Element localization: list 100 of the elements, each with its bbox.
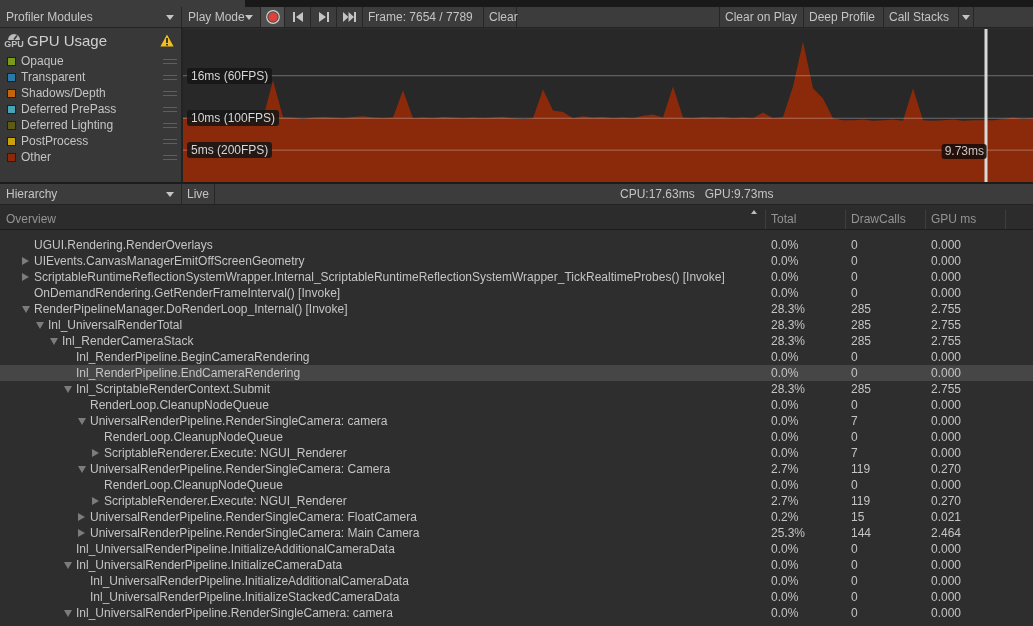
draw-calls-value: 0 — [850, 253, 859, 269]
total-value: 0.0% — [770, 413, 800, 429]
disclosure-triangle-icon[interactable] — [78, 529, 85, 537]
total-value: 0.0% — [770, 253, 800, 269]
tree-row[interactable]: UniversalRenderPipeline.RenderSingleCamera: Camera 2.7% 119 0.270 — [0, 461, 1033, 477]
tree-row[interactable]: Inl_RenderCameraStack 28.3% 285 2.755 — [0, 333, 1033, 349]
gpu-ms-value: 0.000 — [930, 589, 963, 605]
legend-label[interactable]: Deferred Lighting — [21, 117, 163, 133]
tree-row[interactable]: Inl_UniversalRenderPipeline.InitializeAdditionalCameraData 0.0% 0 0.000 — [0, 573, 1033, 589]
column-header[interactable]: GPU ms — [925, 210, 1005, 229]
record-button[interactable] — [261, 7, 285, 27]
tree-row[interactable]: Inl_UniversalRenderTotal 28.3% 285 2.755 — [0, 317, 1033, 333]
sample-name: Inl_UniversalRenderPipeline.InitializeStackedCameraData — [90, 589, 400, 605]
sample-name: RenderLoop.CleanupNodeQueue — [90, 397, 269, 413]
sample-name: UniversalRenderPipeline.RenderSingleCamera: camera — [90, 413, 388, 429]
tree-row[interactable]: Inl_UniversalRenderPipeline.InitializeCameraData 0.0% 0 0.000 — [0, 557, 1033, 573]
skip-to-end-icon — [343, 12, 356, 22]
gpu-ms-value: 0.000 — [930, 573, 963, 589]
tree-row[interactable]: UGUI.Rendering.RenderOverlays 0.0% 0 0.000 — [0, 237, 1033, 253]
tree-row[interactable]: ScriptableRenderer.Execute: NGUI_Renderer 2.7% 119 0.270 — [0, 493, 1033, 509]
legend-label[interactable]: PostProcess — [21, 133, 163, 149]
drag-handle-icon[interactable] — [163, 58, 177, 64]
tree-row[interactable]: RenderLoop.CleanupNodeQueue 0.0% 0 0.000 — [0, 429, 1033, 445]
gpu-ms-value: 0.000 — [930, 237, 963, 253]
tree-row[interactable]: Inl_ScriptableRenderContext.Submit 28.3% 285 2.755 — [0, 381, 1033, 397]
draw-calls-value: 285 — [850, 333, 873, 349]
disclosure-triangle-icon[interactable] — [92, 449, 99, 457]
sample-name: Inl_RenderPipeline.EndCameraRendering — [76, 365, 301, 381]
total-value: 0.0% — [770, 445, 800, 461]
legend-label[interactable]: Transparent — [21, 69, 163, 85]
total-value: 0.0% — [770, 429, 800, 445]
call-stacks-dropdown[interactable] — [959, 7, 974, 27]
tree-row[interactable]: RenderLoop.CleanupNodeQueue 0.0% 0 0.000 — [0, 477, 1033, 493]
total-value: 0.0% — [770, 589, 800, 605]
disclosure-triangle-icon[interactable] — [64, 561, 72, 569]
column-header[interactable]: Total — [765, 210, 845, 229]
tree-row[interactable]: Inl_RenderPipeline.BeginCameraRendering 0.0% 0 0.000 — [0, 349, 1033, 365]
tree-row[interactable]: OnDemandRendering.GetRenderFrameInterval() [Invoke] 0.0% 0 0.000 — [0, 285, 1033, 301]
tree-row[interactable]: Inl_UniversalRenderPipeline.RenderSingleCamera: camera 0.0% 0 0.000 — [0, 605, 1033, 621]
disclosure-triangle-icon[interactable] — [22, 273, 29, 281]
tree-row[interactable]: UniversalRenderPipeline.RenderSingleCamera: Main Camera 25.3% 144 2.464 — [0, 525, 1033, 541]
draw-calls-value: 0 — [850, 349, 859, 365]
sample-name: Inl_UniversalRenderPipeline.RenderSingleCamera: camera — [76, 605, 393, 621]
disclosure-triangle-icon[interactable] — [36, 321, 44, 329]
draw-calls-value: 15 — [850, 509, 866, 525]
disclosure-triangle-icon[interactable] — [78, 465, 86, 473]
gpu-ms-value: 0.000 — [930, 365, 963, 381]
total-value: 28.3% — [770, 301, 807, 317]
total-value: 0.0% — [770, 573, 800, 589]
draw-calls-value: 119 — [850, 493, 872, 509]
sample-name: RenderLoop.CleanupNodeQueue — [104, 429, 283, 445]
drag-handle-icon[interactable] — [163, 122, 177, 128]
draw-calls-value: 0 — [850, 589, 859, 605]
legend-label[interactable]: Shadows/Depth — [21, 85, 163, 101]
column-header[interactable]: DrawCalls — [845, 210, 925, 229]
tree-row[interactable]: ScriptableRenderer.Execute: NGUI_Renderer 0.0% 7 0.000 — [0, 445, 1033, 461]
gpu-ms-value: 0.000 — [930, 413, 963, 429]
gpu-ms-value: 2.755 — [930, 333, 963, 349]
gpu-ms-value: 0.000 — [930, 397, 963, 413]
gpu-ms-value: 2.755 — [930, 381, 963, 397]
column-header[interactable]: Overview — [0, 210, 765, 229]
tree-row[interactable]: Inl_UniversalRenderPipeline.InitializeAdditionalCameraData 0.0% 0 0.000 — [0, 541, 1033, 557]
drag-handle-icon[interactable] — [163, 138, 177, 144]
draw-calls-value: 0 — [850, 477, 859, 493]
draw-calls-value: 0 — [850, 269, 859, 285]
total-value: 2.7% — [770, 493, 800, 509]
disclosure-triangle-icon[interactable] — [92, 497, 99, 505]
disclosure-triangle-icon[interactable] — [78, 417, 86, 425]
total-value: 0.0% — [770, 269, 800, 285]
drag-handle-icon[interactable] — [163, 74, 177, 80]
gpu-ms-value: 0.000 — [930, 349, 963, 365]
drag-handle-icon[interactable] — [163, 106, 177, 112]
tree-row[interactable]: Inl_RenderPipeline.EndCameraRendering 0.0% 0 0.000 — [0, 365, 1033, 381]
tree-row[interactable]: UniversalRenderPipeline.RenderSingleCamera: camera 0.0% 7 0.000 — [0, 413, 1033, 429]
total-value: 0.0% — [770, 557, 800, 573]
legend-label[interactable]: Other — [21, 149, 163, 165]
disclosure-triangle-icon[interactable] — [78, 513, 85, 521]
tree-row[interactable]: UniversalRenderPipeline.RenderSingleCamera: FloatCamera 0.2% 15 0.021 — [0, 509, 1033, 525]
tree-row[interactable]: Inl_UniversalRenderPipeline.InitializeStackedCameraData 0.0% 0 0.000 — [0, 589, 1033, 605]
disclosure-triangle-icon[interactable] — [22, 305, 30, 313]
total-value: 25.3% — [770, 525, 807, 541]
module-title: GPU Usage — [27, 32, 109, 49]
tree-row[interactable]: ScriptableRuntimeReflectionSystemWrapper.Internal_ScriptableRuntimeReflectionSystemWrapper_TickRealtimeProbes() [Invoke] 0.0% 0 0.000 — [0, 269, 1033, 285]
drag-handle-icon[interactable] — [163, 90, 177, 96]
legend-label[interactable]: Opaque — [21, 53, 163, 69]
caret-icon — [166, 14, 174, 20]
sample-name: ScriptableRenderer.Execute: NGUI_Renderer — [104, 445, 347, 461]
disclosure-triangle-icon[interactable] — [64, 385, 72, 393]
total-value: 0.0% — [770, 397, 800, 413]
disclosure-triangle-icon[interactable] — [64, 609, 72, 617]
tree-row[interactable]: UIEvents.CanvasManagerEmitOffScreenGeometry 0.0% 0 0.000 — [0, 253, 1033, 269]
disclosure-triangle-icon[interactable] — [22, 257, 29, 265]
disclosure-triangle-icon[interactable] — [50, 337, 58, 345]
tree-row[interactable]: RenderPipelineManager.DoRenderLoop_Internal() [Invoke] 28.3% 285 2.755 — [0, 301, 1033, 317]
tree-row[interactable]: RenderLoop.CleanupNodeQueue 0.0% 0 0.000 — [0, 397, 1033, 413]
drag-handle-icon[interactable] — [163, 154, 177, 160]
legend-label[interactable]: Deferred PrePass — [21, 101, 163, 117]
total-value: 28.3% — [770, 381, 807, 397]
caret-icon — [962, 14, 970, 20]
selected-frame-line[interactable] — [984, 29, 988, 182]
